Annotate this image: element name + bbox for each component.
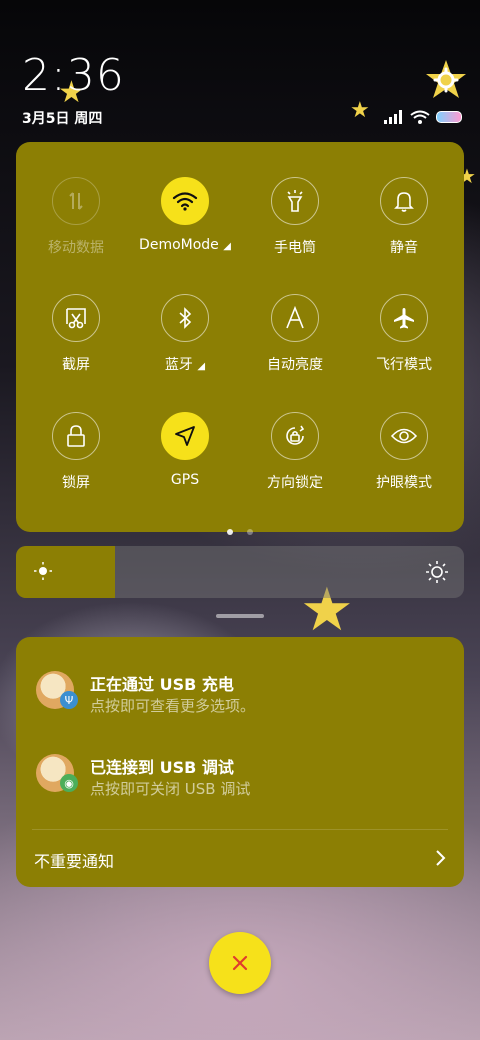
- tile-label: 蓝牙: [164, 357, 193, 373]
- bluetooth-icon: [161, 294, 209, 342]
- tile-screenshot[interactable]: 截屏: [21, 294, 131, 374]
- tile-label: 自动亮度: [267, 357, 323, 373]
- system-icons: [384, 110, 462, 124]
- tile-auto-brightness[interactable]: 自动亮度: [240, 294, 350, 374]
- status-clock: 2:36: [22, 50, 125, 101]
- tile-eye-comfort[interactable]: 护眼模式: [349, 412, 459, 492]
- tile-lock-screen[interactable]: 锁屏: [21, 412, 131, 492]
- notification-usb-debugging[interactable]: ◉ 已连接到 USB 调试 点按即可关闭 USB 调试: [16, 752, 464, 812]
- settings-gear-button[interactable]: [424, 58, 468, 102]
- page-dot-active: [227, 529, 234, 535]
- bell-icon: [380, 177, 428, 225]
- quick-settings-panel: 移动数据 DemoMode ◢ 手电筒 静音 截屏 蓝牙 ◢ 自动亮度 飞行模式…: [16, 142, 464, 535]
- tile-demomode[interactable]: DemoMode ◢: [130, 177, 240, 253]
- auto-brightness-icon: [271, 294, 319, 342]
- tile-label: 截屏: [62, 357, 90, 373]
- rotation-lock-icon: [271, 412, 319, 460]
- notification-body: 点按即可查看更多选项。: [90, 697, 256, 715]
- tile-label: 静音: [390, 240, 418, 256]
- tile-gps[interactable]: GPS: [130, 412, 240, 488]
- tile-label: DemoMode: [139, 237, 219, 253]
- close-icon: [232, 955, 248, 971]
- tile-label: 护眼模式: [376, 475, 432, 491]
- tile-mute[interactable]: 静音: [349, 177, 459, 257]
- mobile-data-icon: [52, 177, 100, 225]
- wifi-icon: [410, 110, 430, 124]
- divider: [32, 829, 448, 830]
- tile-label: 手电筒: [274, 240, 316, 256]
- gear-icon: [426, 60, 466, 98]
- android-icon: ◉: [60, 774, 78, 792]
- tile-label: 锁屏: [62, 475, 90, 491]
- tile-label: GPS: [170, 472, 200, 488]
- notification-body: 点按即可关闭 USB 调试: [90, 780, 251, 798]
- eye-icon: [380, 412, 428, 460]
- airplane-icon: [380, 294, 428, 342]
- tile-rotation-lock[interactable]: 方向锁定: [240, 412, 350, 492]
- tile-label: 移动数据: [48, 240, 104, 256]
- tile-flashlight[interactable]: 手电筒: [240, 177, 350, 257]
- notification-title: 正在通过 USB 充电: [90, 675, 234, 694]
- sun-large-icon: [426, 561, 448, 583]
- battery-icon: [436, 111, 462, 123]
- tile-mobile-data[interactable]: 移动数据: [21, 177, 131, 257]
- signal-icon: [384, 110, 402, 124]
- chevron-right-icon[interactable]: [434, 849, 446, 867]
- expand-triangle-icon: ◢: [197, 361, 206, 372]
- tile-bluetooth[interactable]: 蓝牙 ◢: [130, 294, 240, 374]
- status-date: 3月5日 周四: [22, 111, 103, 127]
- clock-time: 2:36: [22, 50, 125, 101]
- screenshot-icon: [52, 294, 100, 342]
- star-decoration: ★: [350, 98, 370, 123]
- usb-icon: Ψ: [60, 691, 78, 709]
- panel-drag-handle[interactable]: [216, 614, 264, 618]
- wifi-icon: [161, 177, 209, 225]
- sun-small-icon: [34, 562, 52, 580]
- lock-icon: [52, 412, 100, 460]
- tile-label: 飞行模式: [376, 357, 432, 373]
- notification-panel: Ψ 正在通过 USB 充电 点按即可查看更多选项。 ◉ 已连接到 USB 调试 …: [16, 637, 464, 887]
- tile-airplane-mode[interactable]: 飞行模式: [349, 294, 459, 374]
- unimportant-notifications-link[interactable]: 不重要通知: [34, 848, 114, 872]
- page-dot: [246, 529, 253, 535]
- brightness-slider[interactable]: [16, 546, 464, 598]
- notification-title: 已连接到 USB 调试: [90, 758, 234, 777]
- location-icon: [161, 412, 209, 460]
- page-indicator: [16, 520, 464, 539]
- expand-triangle-icon: ◢: [223, 241, 231, 252]
- tile-label: 方向锁定: [267, 475, 323, 491]
- clear-all-button[interactable]: [209, 932, 271, 994]
- notification-usb-charging[interactable]: Ψ 正在通过 USB 充电 点按即可查看更多选项。: [16, 669, 464, 729]
- flashlight-icon: [271, 177, 319, 225]
- brightness-fill: [16, 546, 115, 598]
